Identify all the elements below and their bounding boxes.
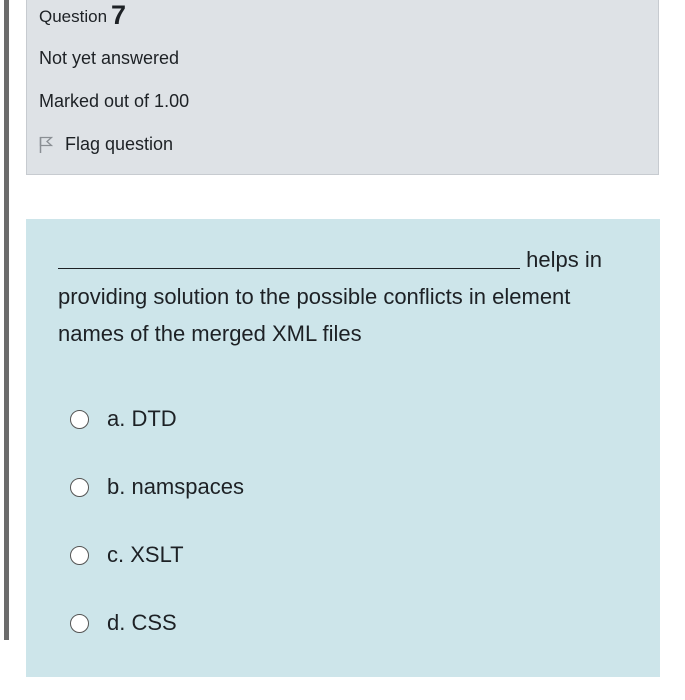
question-info-panel: Question 7 Not yet answered Marked out of… [26, 0, 659, 175]
question-status: Not yet answered [39, 48, 180, 68]
answer-label: b. namspaces [107, 474, 244, 499]
scrollbar[interactable] [4, 0, 9, 640]
radio-button[interactable] [70, 477, 89, 497]
radio-button[interactable] [70, 545, 89, 565]
answer-options: a. DTD b. namspaces c. XSLT d. CSS [70, 385, 244, 657]
answer-label: a. DTD [107, 406, 177, 431]
answer-option-a[interactable]: a. DTD [70, 385, 244, 453]
answer-label: c. XSLT [107, 542, 184, 567]
radio-button[interactable] [70, 409, 89, 429]
question-title: Question 7 [39, 0, 126, 31]
question-content-panel: helps in providing solution to the possi… [26, 219, 660, 677]
question-text: helps in providing solution to the possi… [58, 241, 618, 352]
question-marks: Marked out of 1.00 [39, 91, 190, 111]
flag-icon [39, 136, 53, 153]
fill-in-blank [58, 247, 520, 269]
question-label: Question [39, 7, 108, 26]
flag-question-label: Flag question [65, 134, 174, 154]
answer-option-d[interactable]: d. CSS [70, 589, 244, 657]
question-number: 7 [111, 0, 127, 30]
answer-option-c[interactable]: c. XSLT [70, 521, 244, 589]
answer-label: d. CSS [107, 610, 177, 635]
flag-question-link[interactable]: Flag question [39, 134, 173, 155]
answer-option-b[interactable]: b. namspaces [70, 453, 244, 521]
radio-button[interactable] [70, 613, 89, 633]
